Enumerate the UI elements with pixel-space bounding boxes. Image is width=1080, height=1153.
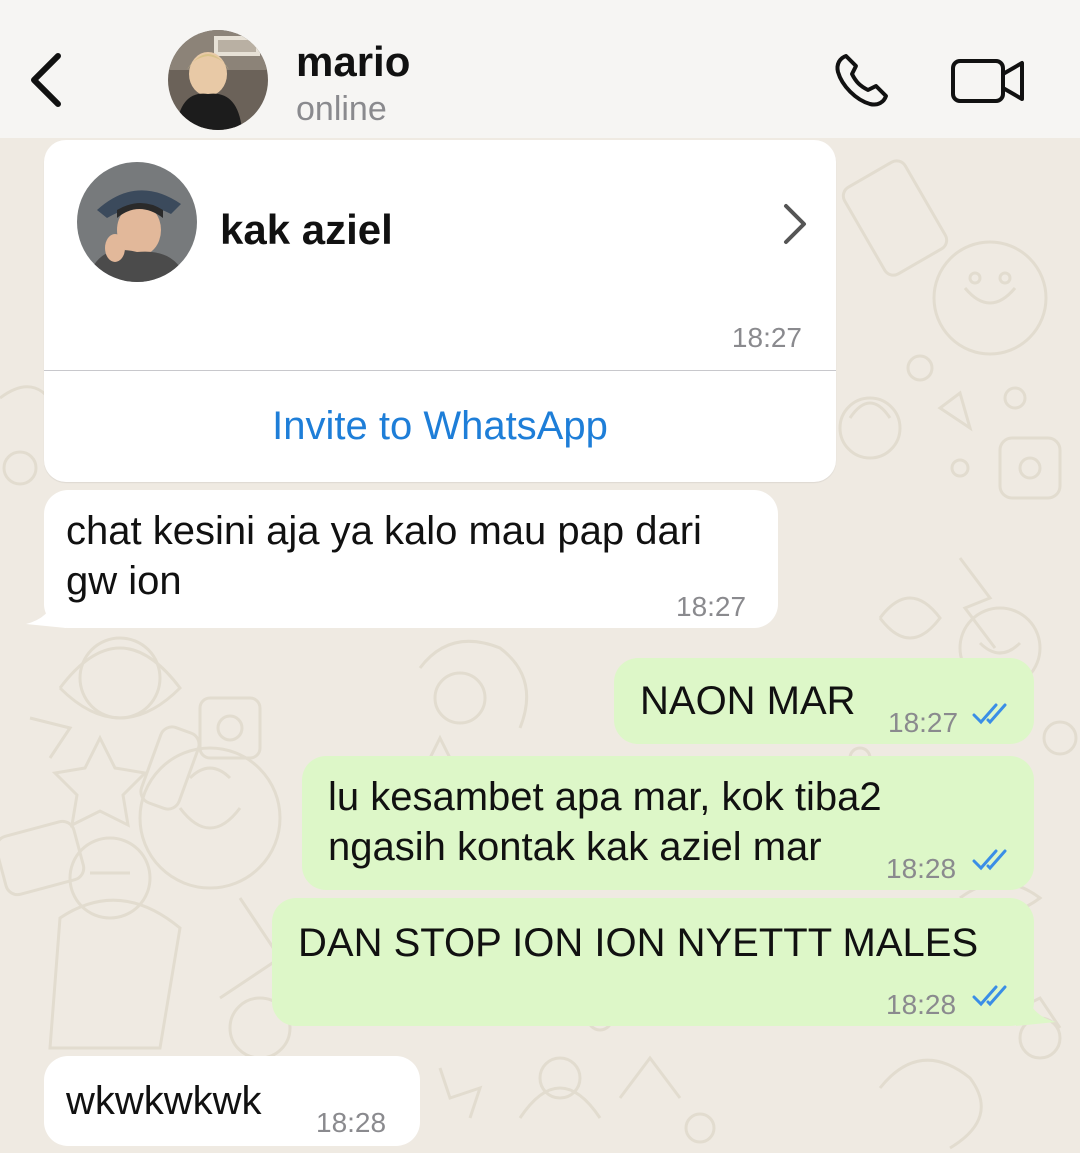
message-text: chat kesini aja ya kalo mau pap dari gw … — [66, 506, 702, 606]
message-bubble-outgoing[interactable]: NAON MAR 18:27 — [614, 658, 1034, 744]
phone-icon[interactable] — [832, 50, 894, 110]
message-text: DAN STOP ION ION NYETTT MALES — [298, 921, 979, 965]
message-time: 18:28 — [316, 1107, 387, 1138]
message-line: gw ion — [66, 559, 182, 603]
shared-contact-card: kak aziel 18:27 Invite to WhatsApp — [44, 140, 836, 482]
message-text: wkwkwkwk — [66, 1079, 262, 1123]
message-time: 18:28 — [886, 853, 957, 884]
chat-header: mario online — [0, 0, 1080, 138]
contact-status: online — [296, 90, 387, 128]
message-line: chat kesini aja ya kalo mau pap dari — [66, 509, 702, 553]
message-line: lu kesambet apa mar, kok tiba2 — [328, 775, 882, 819]
invite-to-whatsapp-button[interactable]: Invite to WhatsApp — [44, 370, 836, 482]
double-check-icon — [972, 985, 1007, 1007]
message-text: lu kesambet apa mar, kok tiba2 ngasih ko… — [328, 772, 882, 872]
double-check-icon — [972, 703, 1007, 725]
message-bubble-incoming[interactable]: chat kesini aja ya kalo mau pap dari gw … — [44, 490, 778, 628]
message-bubble-incoming[interactable]: wkwkwkwk 18:28 — [44, 1056, 420, 1146]
message-time: 18:28 — [886, 989, 957, 1020]
message-bubble-outgoing[interactable]: lu kesambet apa mar, kok tiba2 ngasih ko… — [302, 756, 1034, 890]
video-camera-icon[interactable] — [950, 56, 1026, 106]
message-bubble-outgoing[interactable]: DAN STOP ION ION NYETTT MALES 18:28 — [272, 898, 1034, 1026]
shared-contact-avatar[interactable] — [77, 162, 197, 282]
contact-avatar[interactable] — [168, 30, 268, 130]
message-time: 18:27 — [731, 322, 802, 353]
shared-contact-name: kak aziel — [220, 206, 393, 253]
message-time: 18:27 — [676, 591, 747, 622]
message-time: 18:27 — [888, 707, 959, 738]
back-chevron-icon[interactable] — [24, 48, 68, 112]
double-check-icon — [972, 849, 1007, 871]
message-text: NAON MAR — [640, 679, 856, 723]
message-line: ngasih kontak kak aziel mar — [328, 825, 822, 869]
contact-name[interactable]: mario — [296, 38, 410, 86]
chevron-right-icon[interactable] — [780, 202, 810, 246]
